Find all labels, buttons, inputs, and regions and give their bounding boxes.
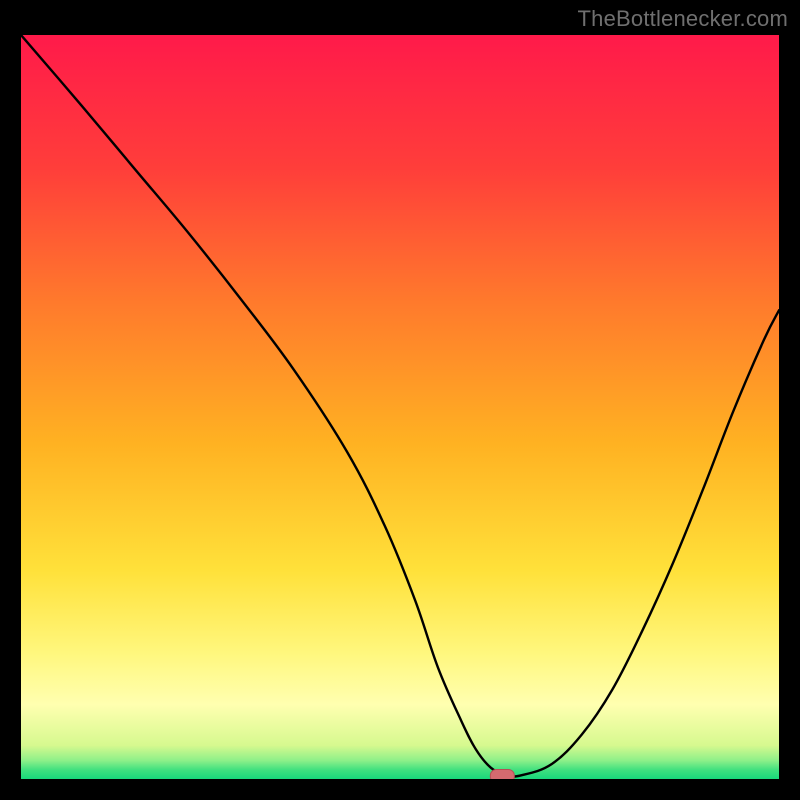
chart-svg [21,35,779,779]
gradient-background [21,35,779,779]
watermark-text: TheBottlenecker.com [578,6,788,32]
optimum-marker [490,770,514,779]
bottleneck-chart [21,35,779,779]
page-frame: TheBottlenecker.com [0,0,800,800]
